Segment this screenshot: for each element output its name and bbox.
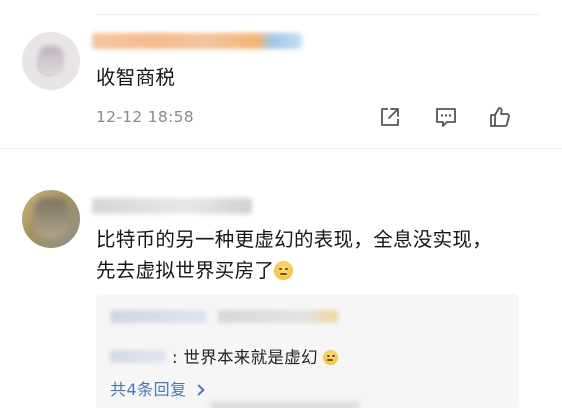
share-icon xyxy=(381,108,399,126)
username-blurred[interactable] xyxy=(92,198,252,214)
thinking-emoji-icon xyxy=(274,261,294,280)
top-divider xyxy=(96,14,540,15)
replies-box[interactable]: : 世界本来就是虚幻 共4条回复 xyxy=(96,294,519,408)
more-replies-label: 共4条回复 xyxy=(110,380,187,399)
share-button[interactable] xyxy=(377,104,405,130)
reply-text-blurred xyxy=(218,310,338,323)
comment-text: 收智商税 xyxy=(96,66,176,89)
chevron-right-icon xyxy=(193,384,205,396)
footer-blurred-text xyxy=(210,402,360,408)
reply-button[interactable] xyxy=(433,104,461,130)
avatar[interactable] xyxy=(22,190,80,248)
smirk-emoji-icon xyxy=(323,350,339,365)
username-blurred[interactable] xyxy=(92,33,302,49)
more-replies-link[interactable]: 共4条回复 xyxy=(110,376,205,400)
comment-text-content: 比特币的另一种更虚幻的表现，全息没实现，先去虚拟世界买房了 xyxy=(96,228,493,282)
reply-item[interactable] xyxy=(110,310,338,323)
timestamp: 12-12 18:58 xyxy=(96,108,194,126)
comment-icon xyxy=(436,108,456,127)
avatar[interactable] xyxy=(22,32,80,90)
reply-text-content: : 世界本来就是虚幻 xyxy=(172,348,318,367)
thumbs-up-icon xyxy=(490,107,510,127)
reply-text: : 世界本来就是虚幻 xyxy=(172,344,339,368)
like-button[interactable] xyxy=(487,104,515,130)
reply-item[interactable]: : 世界本来就是虚幻 xyxy=(110,344,339,368)
comment-text: 比特币的另一种更虚幻的表现，全息没实现，先去虚拟世界买房了 xyxy=(96,224,506,286)
reply-username-blurred[interactable] xyxy=(110,310,206,323)
comment-divider xyxy=(0,148,562,162)
reply-username-blurred[interactable] xyxy=(110,349,166,363)
